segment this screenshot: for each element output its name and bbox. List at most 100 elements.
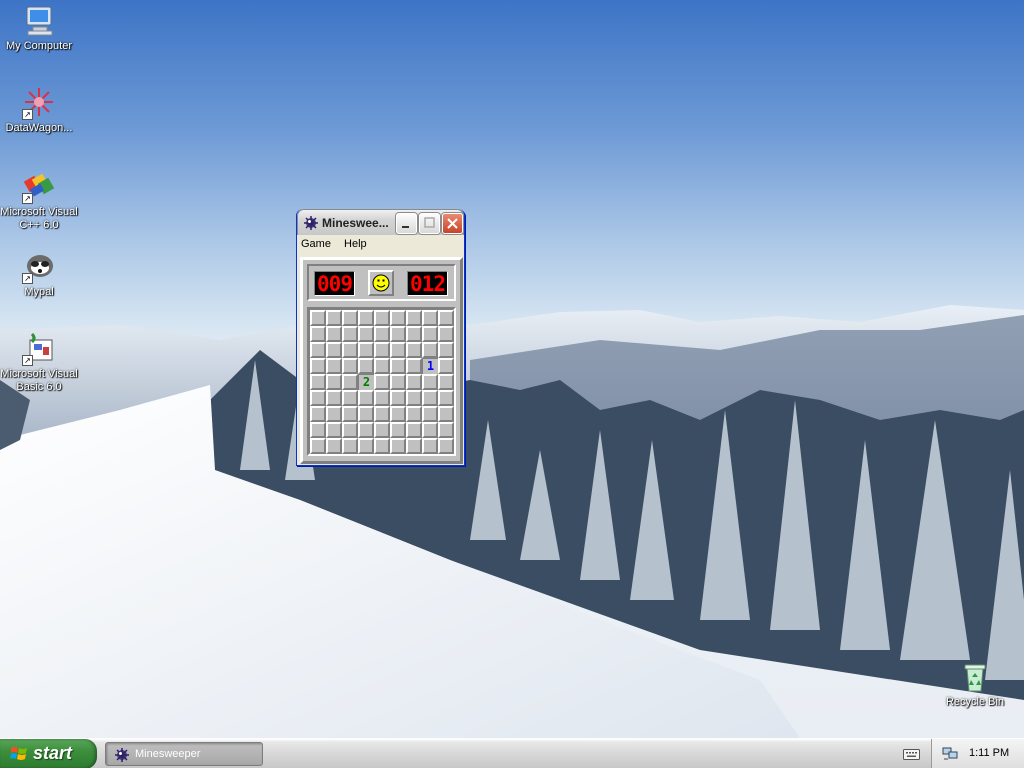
mine-cell[interactable] bbox=[326, 406, 342, 422]
title-bar[interactable]: Minesweе... bbox=[297, 209, 464, 235]
mine-cell[interactable] bbox=[438, 310, 454, 326]
mine-cell[interactable] bbox=[310, 342, 326, 358]
mine-cell[interactable] bbox=[342, 342, 358, 358]
new-game-button[interactable] bbox=[368, 270, 394, 296]
keyboard-icon[interactable] bbox=[903, 747, 920, 761]
mine-cell[interactable]: 1 bbox=[422, 358, 438, 374]
mine-cell[interactable] bbox=[342, 390, 358, 406]
mine-cell[interactable] bbox=[422, 438, 438, 454]
desktop-icon-datawagon[interactable]: ↗ DataWagon... bbox=[0, 86, 78, 135]
mine-cell[interactable] bbox=[310, 358, 326, 374]
mine-cell[interactable] bbox=[310, 310, 326, 326]
mine-cell[interactable] bbox=[342, 438, 358, 454]
mine-cell[interactable] bbox=[374, 406, 390, 422]
mine-cell[interactable] bbox=[374, 342, 390, 358]
mine-cell[interactable] bbox=[310, 422, 326, 438]
mine-cell[interactable] bbox=[342, 358, 358, 374]
mine-cell[interactable] bbox=[310, 326, 326, 342]
mine-cell[interactable] bbox=[422, 422, 438, 438]
maximize-button[interactable] bbox=[419, 213, 440, 234]
mine-cell[interactable] bbox=[342, 406, 358, 422]
mine-cell[interactable] bbox=[342, 326, 358, 342]
mine-cell[interactable] bbox=[406, 326, 422, 342]
mine-cell[interactable] bbox=[390, 422, 406, 438]
mine-cell[interactable] bbox=[390, 390, 406, 406]
mine-cell[interactable] bbox=[406, 438, 422, 454]
desktop-icon-mypal[interactable]: ↗ Mypal bbox=[0, 250, 78, 299]
mine-cell[interactable]: 2 bbox=[358, 374, 374, 390]
mine-cell[interactable] bbox=[310, 406, 326, 422]
mine-cell[interactable] bbox=[342, 310, 358, 326]
mine-cell[interactable] bbox=[422, 326, 438, 342]
mine-cell[interactable] bbox=[358, 310, 374, 326]
menu-help[interactable]: Help bbox=[344, 238, 367, 250]
mine-cell[interactable] bbox=[358, 422, 374, 438]
desktop-icon-visual-basic[interactable]: ↗ Microsoft Visual Basic 6.0 bbox=[0, 332, 78, 394]
mine-cell[interactable] bbox=[422, 374, 438, 390]
mine-cell[interactable] bbox=[406, 406, 422, 422]
desktop-icon-my-computer[interactable]: My Computer bbox=[0, 4, 78, 53]
mine-cell[interactable] bbox=[406, 374, 422, 390]
clock[interactable]: 1:11 PM bbox=[969, 747, 1009, 759]
mine-cell[interactable] bbox=[326, 438, 342, 454]
minimize-button[interactable] bbox=[396, 213, 417, 234]
mine-cell[interactable] bbox=[390, 342, 406, 358]
start-button[interactable]: start bbox=[0, 739, 97, 768]
mine-cell[interactable] bbox=[374, 374, 390, 390]
mine-cell[interactable] bbox=[358, 438, 374, 454]
mine-cell[interactable] bbox=[326, 342, 342, 358]
menu-game[interactable]: Game bbox=[301, 238, 331, 250]
desktop-icon-visual-cpp[interactable]: ↗ Microsoft Visual C++ 6.0 bbox=[0, 170, 78, 232]
mine-cell[interactable] bbox=[438, 374, 454, 390]
mine-cell[interactable] bbox=[374, 422, 390, 438]
mine-cell[interactable] bbox=[390, 310, 406, 326]
mine-cell[interactable] bbox=[422, 390, 438, 406]
mine-cell[interactable] bbox=[326, 310, 342, 326]
mine-cell[interactable] bbox=[422, 310, 438, 326]
mine-cell[interactable] bbox=[390, 358, 406, 374]
mine-cell[interactable] bbox=[310, 438, 326, 454]
mine-cell[interactable] bbox=[310, 390, 326, 406]
mine-cell[interactable] bbox=[342, 374, 358, 390]
desktop-icon-recycle-bin[interactable]: Recycle Bin bbox=[936, 660, 1014, 709]
mine-cell[interactable] bbox=[326, 358, 342, 374]
mine-cell[interactable] bbox=[390, 326, 406, 342]
mine-cell[interactable] bbox=[422, 342, 438, 358]
mine-cell[interactable] bbox=[406, 422, 422, 438]
mine-cell[interactable] bbox=[406, 390, 422, 406]
mine-cell[interactable] bbox=[406, 310, 422, 326]
mine-cell[interactable] bbox=[358, 326, 374, 342]
mine-cell[interactable] bbox=[326, 326, 342, 342]
mine-cell[interactable] bbox=[390, 406, 406, 422]
mine-cell[interactable] bbox=[358, 358, 374, 374]
mine-cell[interactable] bbox=[438, 438, 454, 454]
mine-cell[interactable] bbox=[438, 390, 454, 406]
mine-cell[interactable] bbox=[310, 374, 326, 390]
mine-cell[interactable] bbox=[438, 406, 454, 422]
mine-cell[interactable] bbox=[358, 390, 374, 406]
mine-cell[interactable] bbox=[374, 310, 390, 326]
mine-cell[interactable] bbox=[374, 326, 390, 342]
mine-cell[interactable] bbox=[406, 358, 422, 374]
mine-cell[interactable] bbox=[390, 374, 406, 390]
mine-cell[interactable] bbox=[358, 342, 374, 358]
mine-cell[interactable] bbox=[438, 358, 454, 374]
mine-cell[interactable] bbox=[422, 406, 438, 422]
mine-cell[interactable] bbox=[342, 422, 358, 438]
mine-cell[interactable] bbox=[390, 438, 406, 454]
mine-cell[interactable] bbox=[438, 422, 454, 438]
mine-cell[interactable] bbox=[438, 326, 454, 342]
mine-cell[interactable] bbox=[406, 342, 422, 358]
taskbar-item-minesweeper[interactable]: Minesweeper bbox=[105, 742, 263, 766]
mine-cell[interactable] bbox=[358, 406, 374, 422]
mine-cell[interactable] bbox=[374, 358, 390, 374]
network-icon[interactable] bbox=[942, 745, 958, 761]
minesweeper-window: Minesweе... Game Help 009 012 12 bbox=[296, 209, 465, 466]
mine-cell[interactable] bbox=[326, 390, 342, 406]
mine-cell[interactable] bbox=[438, 342, 454, 358]
mine-cell[interactable] bbox=[374, 390, 390, 406]
close-button[interactable] bbox=[442, 213, 463, 234]
mine-cell[interactable] bbox=[326, 374, 342, 390]
mine-cell[interactable] bbox=[374, 438, 390, 454]
mine-cell[interactable] bbox=[326, 422, 342, 438]
